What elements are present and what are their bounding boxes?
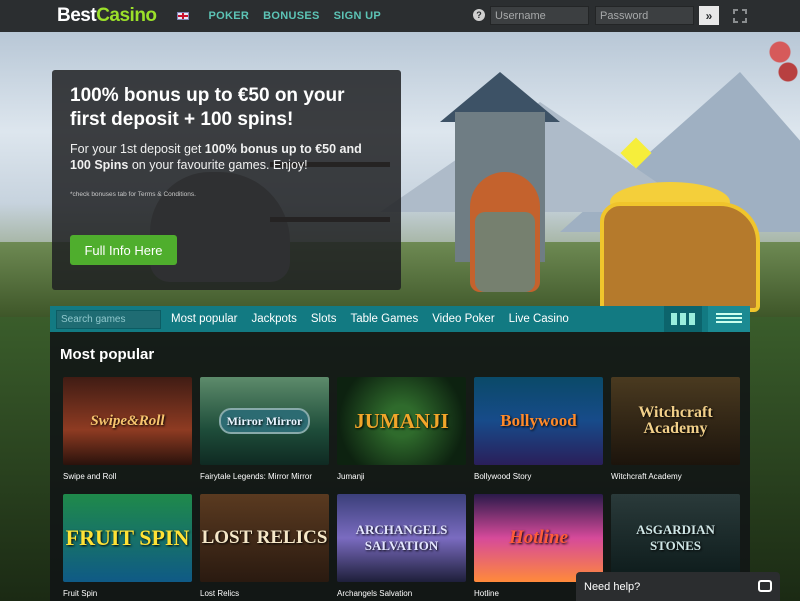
list-view-button[interactable]: [708, 306, 750, 332]
game-art-title: Hotline: [508, 527, 569, 548]
tab-slots[interactable]: Slots: [311, 313, 337, 325]
game-name[interactable]: Swipe and Roll: [63, 472, 192, 481]
promo-note: *check bonuses tab for Terms & Condition…: [70, 191, 196, 198]
game-tile[interactable]: ARCHANGELS SALVATION Archangels Salvatio…: [337, 494, 466, 598]
game-art-title: Bollywood: [500, 411, 577, 430]
game-art-title: LOST RELICS: [201, 527, 328, 548]
game-name[interactable]: Archangels Salvation: [337, 589, 466, 598]
category-tabs: Most popular Jackpots Slots Table Games …: [171, 313, 569, 325]
game-tile[interactable]: JUMANJI Jumanji: [337, 377, 466, 481]
game-art-title: ARCHANGELS SALVATION: [355, 522, 448, 553]
help-chat-label: Need help?: [584, 580, 641, 593]
chat-bubble-icon: [758, 580, 772, 592]
list-icon: [716, 313, 742, 325]
game-thumbnail[interactable]: Swipe&Roll: [63, 377, 192, 465]
tab-jackpots[interactable]: Jackpots: [251, 313, 296, 325]
nav-poker[interactable]: POKER: [209, 10, 250, 22]
section-title: Most popular: [60, 346, 155, 363]
game-art-title: JUMANJI: [354, 409, 449, 433]
game-tile[interactable]: Witchcraft Academy Witchcraft Academy: [611, 377, 740, 481]
promo-title: 100% bonus up to €50 on your first depos…: [70, 85, 345, 130]
games-category-bar: Most popular Jackpots Slots Table Games …: [50, 306, 750, 332]
promo-panel: 100% bonus up to €50 on your first depos…: [52, 70, 401, 290]
page: BestCasino POKER BONUSES SIGN UP ? » 100: [0, 0, 800, 601]
game-name[interactable]: Fruit Spin: [63, 589, 192, 598]
game-tile[interactable]: FRUIT SPIN Fruit Spin: [63, 494, 192, 598]
tab-live-casino[interactable]: Live Casino: [509, 313, 569, 325]
blossom-branch-decor: [760, 32, 800, 92]
game-thumbnail[interactable]: Witchcraft Academy: [611, 377, 740, 465]
game-thumbnail[interactable]: Mirror Mirror: [200, 377, 329, 465]
promo-body-prefix: For your 1st deposit get: [70, 142, 205, 156]
game-thumbnail[interactable]: FRUIT SPIN: [63, 494, 192, 582]
tab-most-popular[interactable]: Most popular: [171, 313, 237, 325]
game-tile[interactable]: Mirror Mirror Fairytale Legends: Mirror …: [200, 377, 329, 481]
password-input[interactable]: [595, 6, 694, 25]
game-name[interactable]: Witchcraft Academy: [611, 472, 740, 481]
game-art-title: Mirror Mirror: [218, 408, 311, 434]
login-button[interactable]: »: [699, 6, 719, 25]
promo-body-suffix: on your favourite games. Enjoy!: [128, 158, 308, 172]
search-games-input[interactable]: [56, 309, 161, 329]
game-thumbnail[interactable]: Bollywood: [474, 377, 603, 465]
logo-best: Best: [57, 5, 97, 26]
top-header: BestCasino POKER BONUSES SIGN UP ? »: [0, 0, 800, 32]
grid-icon: [671, 313, 695, 325]
grid-view-button[interactable]: [664, 306, 702, 332]
game-art-title: Witchcraft Academy: [638, 404, 713, 437]
game-name[interactable]: Fairytale Legends: Mirror Mirror: [200, 472, 329, 481]
game-thumbnail[interactable]: ARCHANGELS SALVATION: [337, 494, 466, 582]
promo-body: For your 1st deposit get 100% bonus up t…: [70, 141, 383, 173]
game-art-title: ASGARDIAN STONES: [636, 522, 715, 553]
game-art-title: FRUIT SPIN: [65, 525, 190, 550]
main-nav: POKER BONUSES SIGN UP: [209, 10, 381, 22]
game-name[interactable]: Lost Relics: [200, 589, 329, 598]
nav-bonuses[interactable]: BONUSES: [263, 10, 320, 22]
username-input[interactable]: [490, 6, 589, 25]
nav-sign-up[interactable]: SIGN UP: [334, 10, 381, 22]
full-info-button[interactable]: Full Info Here: [70, 235, 177, 265]
game-art-title: Swipe&Roll: [90, 413, 165, 429]
game-tile[interactable]: Swipe&Roll Swipe and Roll: [63, 377, 192, 481]
hero-banner: 100% bonus up to €50 on your first depos…: [0, 32, 800, 317]
game-tile[interactable]: LOST RELICS Lost Relics: [200, 494, 329, 598]
game-thumbnail[interactable]: LOST RELICS: [200, 494, 329, 582]
game-name[interactable]: Jumanji: [337, 472, 466, 481]
help-chat-widget[interactable]: Need help?: [576, 572, 780, 601]
tab-table-games[interactable]: Table Games: [350, 313, 418, 325]
games-section: Most popular Swipe&Roll Swipe and Roll M…: [50, 332, 750, 601]
treasure-chest: [600, 202, 760, 312]
help-icon[interactable]: ?: [473, 9, 485, 21]
uk-flag-icon[interactable]: [176, 12, 189, 20]
fullscreen-icon[interactable]: [733, 9, 747, 23]
tab-video-poker[interactable]: Video Poker: [432, 313, 494, 325]
logo-casino: Casino: [96, 5, 157, 26]
game-thumbnail[interactable]: ASGARDIAN STONES: [611, 494, 740, 582]
game-thumbnail[interactable]: Hotline: [474, 494, 603, 582]
game-thumbnail[interactable]: JUMANJI: [337, 377, 466, 465]
game-tile[interactable]: Bollywood Bollywood Story: [474, 377, 603, 481]
character-coat: [475, 212, 535, 292]
game-name[interactable]: Bollywood Story: [474, 472, 603, 481]
logo[interactable]: Best Casino: [57, 5, 157, 27]
